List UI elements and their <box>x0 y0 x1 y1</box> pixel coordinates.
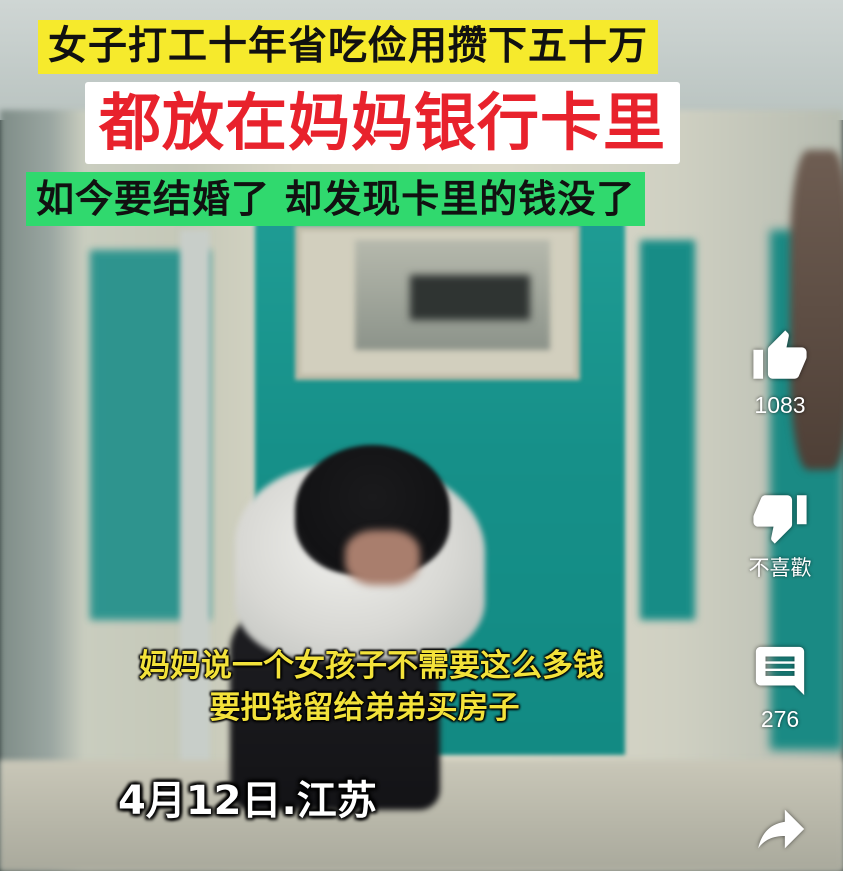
subtitle-line-2: 要把钱留给弟弟买房子 <box>209 690 520 726</box>
headline-banner-1: 女子打工十年省吃俭用攒下五十万 <box>38 20 659 74</box>
dislike-button[interactable]: 不喜歡 <box>735 488 825 582</box>
subtitle-line-1: 妈妈说一个女孩子不需要这么多钱 <box>139 648 604 684</box>
video-player[interactable]: 女子打工十年省吃俭用攒下五十万 都放在妈妈银行卡里 如今要结婚了 却发现卡里的钱… <box>0 0 843 871</box>
like-count: 1083 <box>754 392 806 418</box>
like-button[interactable]: 1083 <box>735 328 825 419</box>
atm-card-slot <box>410 275 530 320</box>
person-hands <box>345 530 420 585</box>
bystander <box>790 150 843 470</box>
dislike-label: 不喜歡 <box>748 556 812 580</box>
comment-count: 276 <box>760 706 800 732</box>
thumbs-down-icon <box>735 488 825 546</box>
headline-banner-2: 都放在妈妈银行卡里 <box>85 82 681 164</box>
date-location-caption: 4月12日.江苏 <box>118 778 377 824</box>
teal-wall-right <box>640 240 695 620</box>
share-arrow-icon <box>735 800 825 858</box>
comment-icon <box>735 642 825 700</box>
thumbs-up-icon <box>735 328 825 386</box>
headline-banner-3: 如今要结婚了 却发现卡里的钱没了 <box>26 172 646 226</box>
comment-button[interactable]: 276 <box>735 642 825 733</box>
share-button[interactable] <box>735 800 825 858</box>
door-frame <box>180 230 210 830</box>
